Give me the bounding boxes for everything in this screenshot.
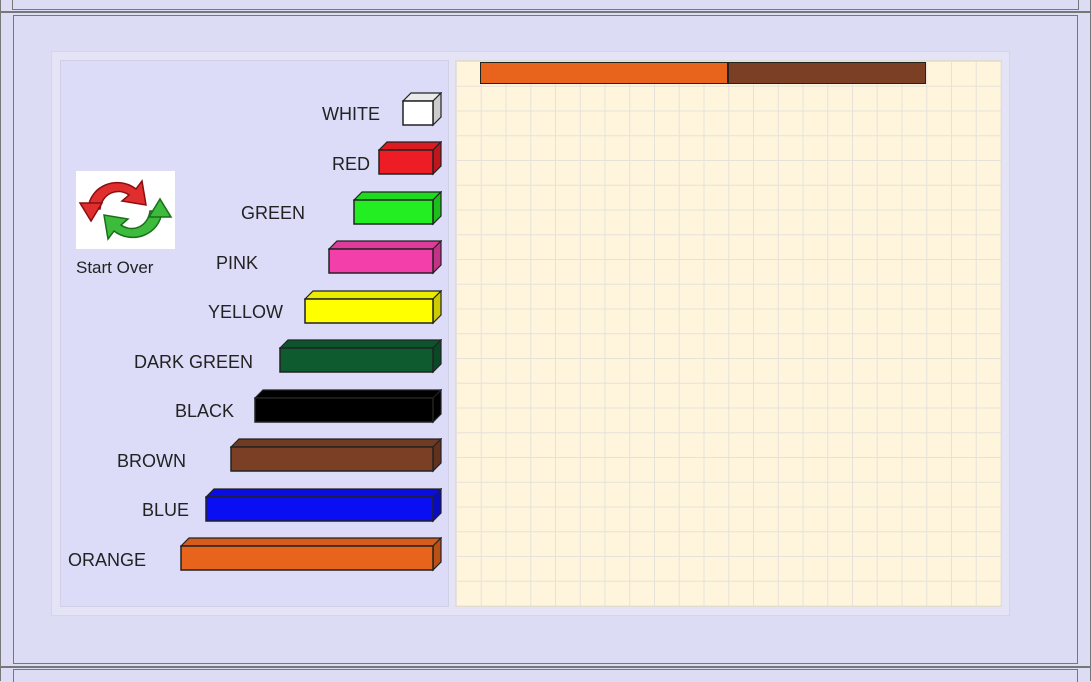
rod-label-orange: ORANGE	[68, 550, 147, 570]
rod-pink[interactable]	[328, 240, 442, 278]
rod-label-yellow: YELLOW	[208, 302, 284, 322]
rod-red[interactable]	[378, 141, 442, 179]
workspace-grid[interactable]	[455, 60, 1002, 607]
rod-green[interactable]	[353, 191, 442, 229]
rod-yellow[interactable]	[304, 290, 442, 328]
rod-orange[interactable]	[180, 537, 442, 575]
rod-black[interactable]	[254, 389, 442, 427]
bottom-panel	[0, 667, 1091, 682]
start-over-label: Start Over	[76, 258, 154, 277]
rod-label-green: GREEN	[241, 203, 306, 223]
start-over-button[interactable]: Start Over	[76, 171, 175, 281]
rod-brown[interactable]	[230, 438, 442, 476]
placed-rod-orange[interactable]	[480, 62, 728, 84]
rod-label-red: RED	[332, 154, 371, 174]
rod-label-blue: BLUE	[142, 500, 190, 520]
rod-blue[interactable]	[205, 488, 442, 526]
rod-label-white: WHITE	[322, 104, 380, 124]
rod-label-brown: BROWN	[117, 451, 186, 471]
rod-label-black: BLACK	[175, 401, 235, 421]
placed-rod-brown[interactable]	[728, 62, 926, 84]
rod-dark-green[interactable]	[279, 339, 442, 377]
rod-white[interactable]	[402, 92, 442, 130]
rod-label-dark-green: DARK GREEN	[134, 352, 254, 372]
top-panel	[0, 0, 1091, 12]
rod-label-pink: PINK	[216, 253, 259, 273]
refresh-arrows-icon	[76, 171, 175, 249]
